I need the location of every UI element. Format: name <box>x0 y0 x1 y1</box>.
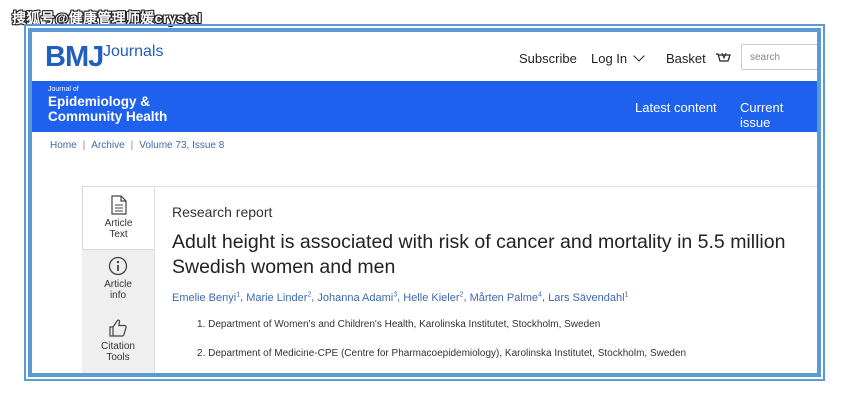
article-side-rail: Article Text Article info Citation Tools <box>82 186 154 373</box>
rail-label-line2: Tools <box>106 352 130 363</box>
author-list: Emelie Benyi1, Marie Linder2, Johanna Ad… <box>172 291 629 304</box>
rail-label-line2: Text <box>109 229 128 240</box>
breadcrumb-home[interactable]: Home <box>50 140 77 151</box>
author-affiliation-ref: 1 <box>236 291 241 298</box>
author-name: Johanna Adami <box>317 291 394 304</box>
author-affiliation-ref: 2 <box>307 291 312 298</box>
author-affiliation-ref: 3 <box>393 291 398 298</box>
rail-label-line1: Article <box>104 218 133 229</box>
author-name: Helle Kieler <box>403 291 460 304</box>
login-menu[interactable]: Log In <box>591 50 645 66</box>
thumbs-up-icon <box>109 319 127 337</box>
author-link[interactable]: Lars Sävendahl1 <box>548 291 629 304</box>
breadcrumb-archive[interactable]: Archive <box>91 140 124 151</box>
breadcrumb-issue[interactable]: Volume 73, Issue 8 <box>139 140 224 151</box>
author-affiliation-ref: 4 <box>538 291 542 298</box>
author-link[interactable]: Helle Kieler2 <box>403 291 464 304</box>
rail-label-line2: info <box>109 290 127 301</box>
journal-banner: Journal of Epidemiology & Community Heal… <box>32 81 817 132</box>
author-name: Lars Sävendahl <box>548 291 625 304</box>
journal-title-line2: Community Health <box>48 109 168 124</box>
author-name: Emelie Benyi <box>172 291 237 304</box>
nav-latest-content[interactable]: Latest content <box>635 100 717 115</box>
journal-title[interactable]: Epidemiology & Community Health <box>48 94 167 124</box>
breadcrumb-separator: | <box>130 140 134 151</box>
chevron-down-icon <box>633 50 645 62</box>
rail-label-line1: Citation <box>101 341 135 352</box>
rail-citation-tools[interactable]: Citation Tools <box>82 318 154 373</box>
journal-of-label: Journal of <box>48 86 79 93</box>
basket-icon <box>716 52 732 62</box>
author-name: Marie Linder <box>246 291 308 304</box>
author-link[interactable]: Johanna Adami3 <box>317 291 398 304</box>
subscribe-link[interactable]: Subscribe <box>519 51 577 66</box>
document-icon <box>110 195 127 215</box>
author-affiliation-ref: 1 <box>624 291 629 298</box>
author-affiliation-ref: 2 <box>459 291 464 298</box>
browser-viewport: BMJ Journals Subscribe Log In Basket Jou… <box>32 32 817 373</box>
nav-current-issue[interactable]: Current issue <box>740 100 817 130</box>
logo-journals-text[interactable]: Journals <box>103 43 163 61</box>
author-link[interactable]: Mårten Palme4 <box>469 291 542 304</box>
article-title: Adult height is associated with risk of … <box>172 231 786 278</box>
rail-article-text[interactable]: Article Text <box>82 186 154 250</box>
bmj-logo[interactable]: BMJ <box>45 43 104 72</box>
basket-link[interactable]: Basket <box>666 51 732 66</box>
affiliation-1: 1. Department of Women's and Children's … <box>197 319 601 330</box>
breadcrumb-separator: | <box>82 140 86 151</box>
basket-label: Basket <box>666 51 706 66</box>
rail-article-info[interactable]: Article info <box>82 256 154 316</box>
author-name: Mårten Palme <box>469 291 539 304</box>
affiliation-2: 2. Department of Medicine-CPE (Centre fo… <box>197 348 687 359</box>
screenshot-frame: BMJ Journals Subscribe Log In Basket Jou… <box>28 28 821 377</box>
author-link[interactable]: Marie Linder2 <box>246 291 312 304</box>
login-label: Log In <box>591 51 628 66</box>
article-type-label: Research report <box>172 204 273 220</box>
search-input[interactable] <box>741 44 817 70</box>
author-link[interactable]: Emelie Benyi1 <box>172 291 241 304</box>
info-icon <box>108 256 128 276</box>
breadcrumb: Home | Archive | Volume 73, Issue 8 <box>50 140 224 151</box>
rail-label-line1: Article <box>104 279 132 290</box>
journal-title-line1: Epidemiology & <box>48 94 151 109</box>
site-header: BMJ Journals Subscribe Log In Basket <box>32 32 817 81</box>
